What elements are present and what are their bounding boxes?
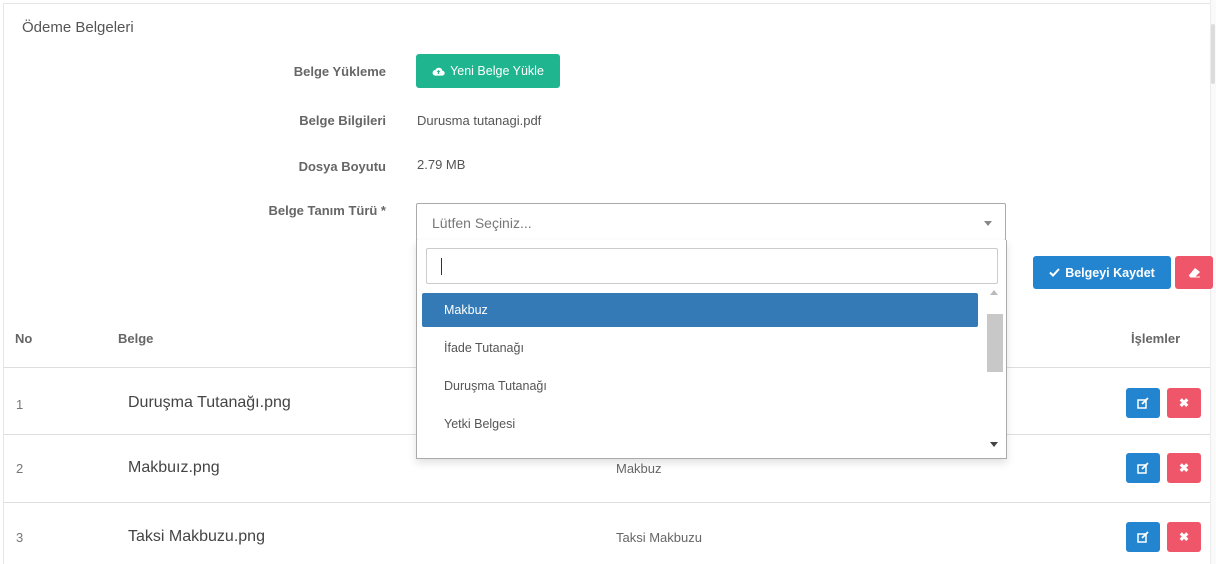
panel-title: Ödeme Belgeleri bbox=[22, 19, 134, 36]
dropdown-option-durusma-tutanagi[interactable]: Duruşma Tutanağı bbox=[422, 369, 978, 403]
dropdown-scrollbar[interactable] bbox=[983, 286, 1005, 456]
upload-button-label: Yeni Belge Yükle bbox=[450, 64, 544, 78]
text-cursor bbox=[441, 258, 442, 275]
page-scrollbar-thumb[interactable] bbox=[1211, 24, 1215, 84]
row-number: 2 bbox=[16, 461, 24, 476]
scroll-up-arrow-icon[interactable] bbox=[990, 290, 998, 295]
row-document-type: Taksi Makbuzu bbox=[616, 530, 702, 545]
type-label: Belge Tanım Türü * bbox=[268, 203, 387, 218]
column-header-actions: İşlemler bbox=[1131, 331, 1181, 346]
check-icon bbox=[1049, 268, 1060, 277]
cloud-upload-icon bbox=[432, 67, 445, 76]
new-document-upload-button[interactable]: Yeni Belge Yükle bbox=[416, 54, 560, 88]
edit-icon bbox=[1137, 531, 1149, 543]
edit-button[interactable] bbox=[1126, 453, 1160, 483]
document-type-dropdown: Makbuz İfade Tutanağı Duruşma Tutanağı Y… bbox=[416, 240, 1007, 459]
row-file-name: Makbuız.png bbox=[128, 459, 220, 476]
column-header-no: No bbox=[15, 331, 33, 346]
times-icon: ✖ bbox=[1178, 530, 1190, 544]
dropdown-option-makbuz[interactable]: Makbuz bbox=[422, 293, 978, 327]
delete-button[interactable]: ✖ bbox=[1167, 453, 1201, 483]
row-file-name: Taksi Makbuzu.png bbox=[128, 528, 265, 545]
select-placeholder: Lütfen Seçiniz... bbox=[432, 215, 532, 231]
clear-form-button[interactable] bbox=[1175, 256, 1213, 289]
chevron-down-icon bbox=[984, 221, 992, 226]
row-number: 1 bbox=[16, 397, 24, 412]
edit-button[interactable] bbox=[1126, 388, 1160, 418]
dropdown-search-input[interactable] bbox=[426, 248, 998, 284]
save-document-button[interactable]: Belgeyi Kaydet bbox=[1033, 256, 1171, 289]
edit-button[interactable] bbox=[1126, 522, 1160, 552]
dropdown-scrollbar-thumb[interactable] bbox=[987, 314, 1003, 372]
row-number: 3 bbox=[16, 530, 24, 545]
document-type-select[interactable]: Lütfen Seçiniz... bbox=[416, 203, 1006, 241]
edit-icon bbox=[1137, 397, 1149, 409]
scroll-down-arrow-icon[interactable] bbox=[990, 442, 998, 447]
times-icon: ✖ bbox=[1178, 396, 1190, 410]
size-label: Dosya Boyutu bbox=[298, 159, 386, 174]
eraser-icon bbox=[1188, 268, 1200, 278]
row-file-name: Duruşma Tutanağı.png bbox=[128, 394, 291, 411]
row-document-type: Makbuz bbox=[616, 461, 662, 476]
document-info-value: Durusma tutanagi.pdf bbox=[417, 113, 542, 128]
times-icon: ✖ bbox=[1178, 461, 1190, 475]
edit-icon bbox=[1137, 462, 1149, 474]
upload-label: Belge Yükleme bbox=[293, 64, 386, 79]
file-size-value: 2.79 MB bbox=[417, 157, 466, 172]
dropdown-option-yetki-belgesi[interactable]: Yetki Belgesi bbox=[422, 407, 978, 441]
save-button-label: Belgeyi Kaydet bbox=[1065, 265, 1155, 280]
delete-button[interactable]: ✖ bbox=[1167, 388, 1201, 418]
column-header-file: Belge bbox=[118, 331, 154, 346]
info-label: Belge Bilgileri bbox=[299, 113, 386, 128]
row-divider bbox=[3, 502, 1210, 503]
dropdown-options: Makbuz İfade Tutanağı Duruşma Tutanağı Y… bbox=[417, 292, 1006, 458]
delete-button[interactable]: ✖ bbox=[1167, 522, 1201, 552]
dropdown-option-ifade-tutanagi[interactable]: İfade Tutanağı bbox=[422, 331, 978, 365]
